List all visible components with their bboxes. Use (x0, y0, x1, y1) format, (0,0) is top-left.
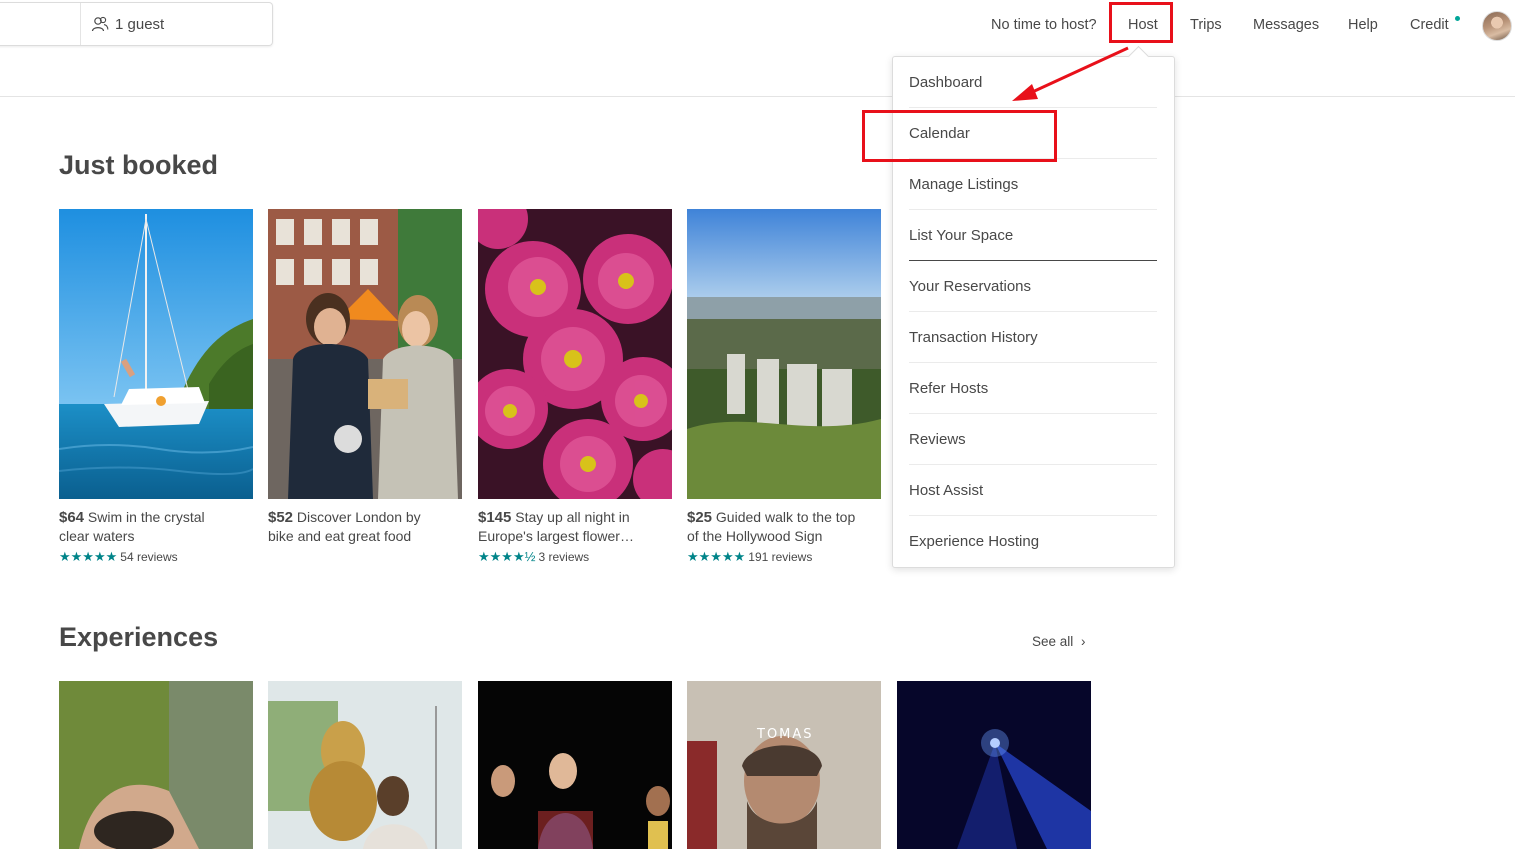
top-bar: 1 guest No time to host? Host Trips Mess… (0, 0, 1515, 97)
menu-item-manage-listings[interactable]: Manage Listings (909, 159, 1157, 210)
search-bar[interactable]: 1 guest (0, 2, 273, 46)
listing-card[interactable]: $25 Guided walk to the top of the Hollyw… (687, 209, 881, 565)
listing-rating: ★★★★½ 3 reviews (478, 549, 672, 565)
listing-title-line2: bike and eat great food (268, 528, 412, 544)
listing-title-line2: Europe's largest flower… (478, 528, 634, 544)
menu-item-experience-hosting[interactable]: Experience Hosting (909, 516, 1157, 566)
nav-help[interactable]: Help (1348, 17, 1378, 33)
nav-trips[interactable]: Trips (1190, 17, 1222, 33)
star-rating-icon: ★★★★★ (59, 549, 118, 564)
nav-credit[interactable]: Credit (1410, 17, 1449, 33)
listing-rating: ★★★★★ 54 reviews (59, 549, 253, 565)
review-count: 54 reviews (120, 550, 178, 564)
listing-title-line2: clear waters (59, 528, 135, 544)
annotation-calendar-highlight (862, 110, 1057, 162)
experience-card[interactable]: TOMAS (687, 681, 881, 849)
nav-messages[interactable]: Messages (1253, 17, 1319, 33)
review-count: 191 reviews (748, 550, 813, 564)
listing-title-line1: Swim in the crystal (87, 509, 205, 525)
listing-image[interactable] (478, 209, 672, 499)
listing-card[interactable]: $52 Discover London by bike and eat grea… (268, 209, 462, 545)
listing-title-line1: Guided walk to the top (715, 509, 856, 525)
guests-field[interactable]: 1 guest (81, 3, 164, 45)
listing-title-line1: Stay up all night in (515, 509, 630, 525)
listing-price: $25 (687, 509, 713, 526)
star-rating-icon: ★★★★½ (478, 549, 536, 564)
menu-item-your-reservations[interactable]: Your Reservations (909, 261, 1157, 312)
chevron-right-icon: › (1081, 634, 1086, 649)
dates-field[interactable] (0, 3, 81, 45)
see-all-label: See all (1032, 634, 1074, 649)
menu-item-dashboard[interactable]: Dashboard (909, 57, 1157, 108)
menu-item-transaction-history[interactable]: Transaction History (909, 312, 1157, 363)
credit-notification-dot (1455, 16, 1460, 21)
listing-image[interactable] (687, 209, 881, 499)
listing-image[interactable] (59, 209, 253, 499)
menu-item-reviews[interactable]: Reviews (909, 414, 1157, 465)
nav-no-time-to-host[interactable]: No time to host? (991, 17, 1097, 33)
just-booked-title: Just booked (59, 150, 219, 180)
experience-card[interactable] (59, 681, 253, 849)
see-all-link[interactable]: See all › (1032, 634, 1086, 649)
listing-image[interactable] (268, 209, 462, 499)
listing-price: $64 (59, 509, 85, 526)
annotation-host-highlight (1109, 2, 1173, 43)
tomas-text: TOMAS (756, 727, 814, 742)
listing-title-line2: of the Hollywood Sign (687, 528, 823, 544)
review-count: 3 reviews (538, 550, 590, 564)
listing-card[interactable]: $145 Stay up all night in Europe's large… (478, 209, 672, 565)
user-avatar[interactable] (1482, 11, 1512, 41)
experiences-title: Experiences (59, 622, 219, 652)
listing-price: $52 (268, 509, 294, 526)
star-rating-icon: ★★★★★ (687, 549, 746, 564)
guests-label: 1 guest (115, 15, 165, 33)
menu-item-refer-hosts[interactable]: Refer Hosts (909, 363, 1157, 414)
menu-item-list-your-space[interactable]: List Your Space (909, 210, 1157, 261)
listing-rating: ★★★★★ 191 reviews (687, 549, 881, 565)
experience-card[interactable] (897, 681, 1091, 849)
guests-icon (91, 16, 109, 32)
listing-price: $145 (478, 509, 512, 526)
experience-card[interactable] (268, 681, 462, 849)
listing-title-line1: Discover London by (296, 509, 421, 525)
menu-item-host-assist[interactable]: Host Assist (909, 465, 1157, 516)
listing-card[interactable]: $64 Swim in the crystal clear waters ★★★… (59, 209, 253, 565)
experience-card[interactable] (478, 681, 672, 849)
